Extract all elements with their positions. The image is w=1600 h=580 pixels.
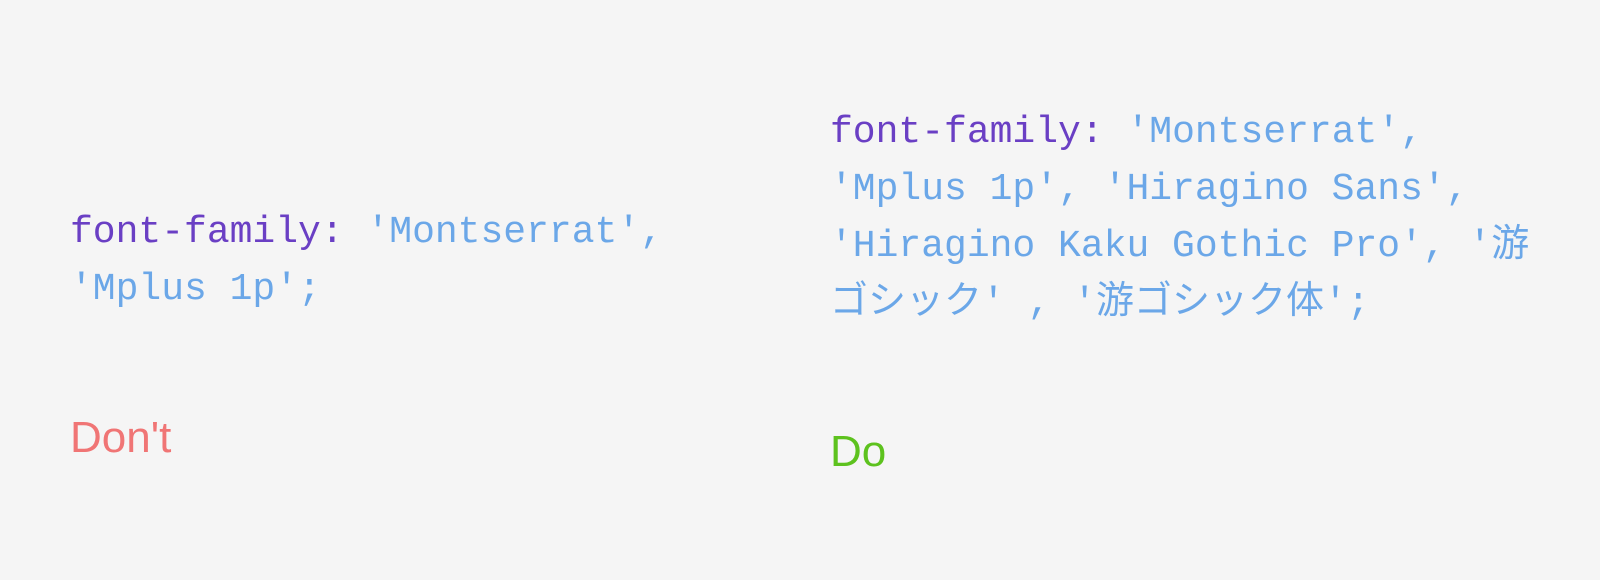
css-property: font-family:	[70, 211, 344, 254]
do-column: font-family: 'Montserrat', 'Mplus 1p', '…	[830, 104, 1530, 477]
do-label: Do	[830, 427, 1530, 477]
dont-label: Don't	[70, 413, 770, 463]
dont-code-example: font-family: 'Montserrat', 'Mplus 1p';	[70, 104, 770, 318]
dont-column: font-family: 'Montserrat', 'Mplus 1p'; D…	[70, 104, 770, 477]
comparison-container: font-family: 'Montserrat', 'Mplus 1p'; D…	[70, 104, 1530, 477]
do-code-example: font-family: 'Montserrat', 'Mplus 1p', '…	[830, 104, 1530, 332]
css-property: font-family:	[830, 111, 1104, 154]
